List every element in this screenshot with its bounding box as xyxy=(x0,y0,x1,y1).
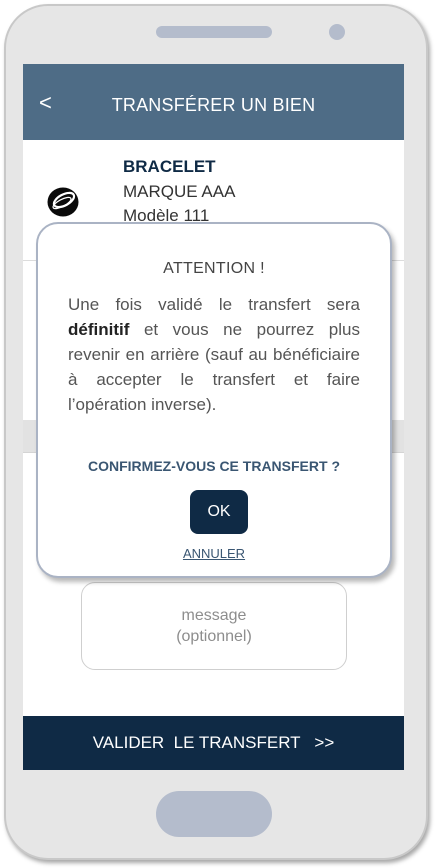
validate-transfer-button[interactable]: VALIDER LE TRANSFERT >> xyxy=(23,716,404,770)
dialog-title: ATTENTION ! xyxy=(163,260,265,277)
page-title: TRANSFÉRER UN BIEN xyxy=(111,95,316,115)
bracelet-icon xyxy=(45,184,81,220)
dialog-message-part1: Une fois validé le transfert sera xyxy=(68,295,360,314)
dialog-question: CONFIRMEZ-VOUS CE TRANSFERT ? xyxy=(88,458,340,474)
phone-speaker xyxy=(156,26,272,38)
message-placeholder: message xyxy=(181,607,247,624)
item-brand: MARQUE AAA xyxy=(123,181,236,201)
message-placeholder-optional: (optionnel) xyxy=(176,628,252,645)
item-details: BRACELET MARQUE AAA Modèle 111 xyxy=(123,155,235,229)
confirm-dialog: ATTENTION ! Une fois validé le transfert… xyxy=(36,222,392,578)
message-input[interactable]: message (optionnel) xyxy=(81,582,347,670)
app-header: < TRANSFÉRER UN BIEN xyxy=(23,64,404,140)
item-name: BRACELET xyxy=(123,157,216,176)
ok-button[interactable]: OK xyxy=(190,490,248,534)
dialog-message-bold: définitif xyxy=(68,320,130,339)
home-button[interactable] xyxy=(156,791,272,837)
dialog-message: Une fois validé le transfert sera défini… xyxy=(68,292,360,417)
phone-camera xyxy=(329,24,345,40)
cancel-link[interactable]: ANNULER xyxy=(38,546,390,561)
